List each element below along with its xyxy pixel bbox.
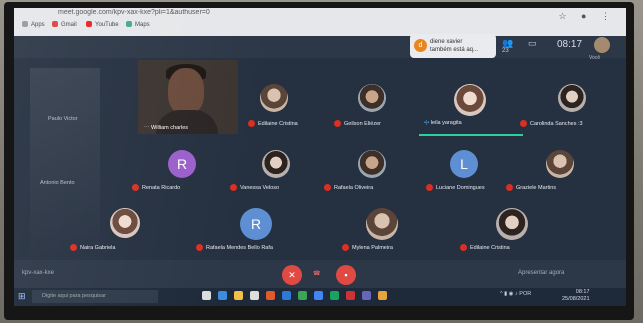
participant-name: Mylena Palmeira: [342, 244, 393, 251]
participant-avatar: [454, 84, 486, 116]
ghost-name: Antonio Bento: [40, 180, 75, 186]
file-explorer-icon[interactable]: [234, 291, 243, 300]
participant-name: Luciane Domingues: [426, 184, 485, 191]
browser-actions[interactable]: ☆ ● ⋮: [558, 11, 616, 22]
participant-avatar: [262, 150, 290, 178]
participants-count: 23: [502, 48, 509, 54]
participant-avatar: [496, 208, 528, 240]
mic-off-button[interactable]: ✕: [282, 265, 302, 285]
mic-off-icon: [334, 120, 341, 127]
screen: meet.google.com/kpv-xax-kxe?pli=1&authus…: [14, 8, 626, 306]
app-icon[interactable]: [378, 291, 387, 300]
participant-avatar: [358, 84, 386, 112]
participant-avatar: [546, 150, 574, 178]
present-button[interactable]: Apresentar agora: [518, 270, 564, 276]
chrome-profile-icon[interactable]: [314, 291, 323, 300]
mic-off-icon: [248, 120, 255, 127]
task-view-icon[interactable]: [202, 291, 211, 300]
meet-app-icon[interactable]: [330, 291, 339, 300]
self-name: ⋯ William charles: [144, 125, 189, 131]
office-icon[interactable]: [266, 291, 275, 300]
participant-name: Naira Gabriela: [70, 244, 115, 251]
meeting-clock: 08:17: [557, 39, 583, 50]
participant-name: •|• leila yaragita: [424, 120, 462, 126]
bookmark-gmail[interactable]: Gmail: [52, 21, 77, 28]
mic-off-icon: [230, 184, 237, 191]
system-tray[interactable]: ^ ▮ ◉ ♪ POR: [500, 291, 531, 297]
participant-avatar: [358, 150, 386, 178]
browser-chrome: meet.google.com/kpv-xax-kxe?pli=1&authus…: [14, 8, 626, 36]
participant-name: Edilaine Cristina: [460, 244, 510, 251]
mic-off-icon: [70, 244, 77, 251]
mic-off-icon: [520, 120, 527, 127]
hangup-icon[interactable]: ☎: [313, 270, 320, 277]
gmail-icon: [52, 21, 58, 27]
ghost-name: Paulo Victor: [48, 116, 78, 122]
participant-initial: L: [450, 150, 478, 178]
person-face: [168, 68, 204, 114]
participant-name: Rafaela Oliveira: [324, 184, 373, 191]
mic-off-icon: [342, 244, 349, 251]
participant-initial: R: [240, 208, 272, 240]
bookmark-apps[interactable]: Apps: [22, 21, 45, 28]
taskbar-clock[interactable]: 08:17 25/08/2021: [562, 289, 590, 303]
audio-level-icon: •|•: [424, 120, 430, 126]
participant-name: Geilson Eliézer: [334, 120, 381, 127]
bookmark-maps[interactable]: Maps: [126, 21, 150, 28]
edge-icon[interactable]: [218, 291, 227, 300]
apps-icon: [22, 21, 28, 27]
self-video-tile[interactable]: ⋯ William charles: [138, 60, 238, 134]
notification-text: diene xavier também está aq...: [430, 39, 479, 53]
self-avatar[interactable]: [594, 37, 610, 53]
participant-name: Graziele Martins: [506, 184, 556, 191]
mic-off-icon: [196, 244, 203, 251]
windows-start-icon[interactable]: ⊞: [18, 291, 26, 302]
bookmark-youtube[interactable]: YouTube: [86, 21, 119, 28]
mic-off-icon: [132, 184, 139, 191]
store-icon[interactable]: [250, 291, 259, 300]
participant-avatar: [366, 208, 398, 240]
app-icon[interactable]: [346, 291, 355, 300]
taskbar-search[interactable]: Digite aqui para pesquisar: [32, 290, 158, 303]
address-bar[interactable]: meet.google.com/kpv-xax-kxe?pli=1&authus…: [58, 9, 498, 18]
meeting-code[interactable]: kpv-xax-kxe: [22, 270, 54, 276]
photo-of-monitor: meet.google.com/kpv-xax-kxe?pli=1&authus…: [0, 0, 643, 323]
chrome-icon[interactable]: [298, 291, 307, 300]
participant-name: Renata Ricardo: [132, 184, 180, 191]
maps-icon: [126, 21, 132, 27]
self-avatar-label: Você: [589, 55, 601, 61]
mic-off-icon: [324, 184, 331, 191]
mic-off-icon: [426, 184, 433, 191]
participant-avatar: [260, 84, 288, 112]
participant-avatar: [110, 208, 140, 238]
youtube-icon: [86, 21, 92, 27]
participant-name: Vanessa Veloso: [230, 184, 279, 191]
mic-off-icon: [506, 184, 513, 191]
screen-reflection: [30, 68, 100, 268]
participant-name: Rafaela Mendes Bello Rafa: [196, 244, 273, 251]
mic-off-icon: [460, 244, 467, 251]
participant-name: Edilaine Cristina: [248, 120, 298, 127]
camera-off-button[interactable]: ▪: [336, 265, 356, 285]
chat-icon[interactable]: ▭: [528, 38, 537, 49]
mail-icon[interactable]: [282, 291, 291, 300]
participant-name: Carolinda Sanches :3: [520, 120, 583, 127]
speaking-indicator: [419, 134, 523, 136]
participant-initial: R: [168, 150, 196, 178]
app-icon[interactable]: [362, 291, 371, 300]
join-notification: d diene xavier também está aq...: [410, 34, 496, 58]
notification-avatar: d: [414, 39, 427, 52]
participant-avatar: [558, 84, 586, 112]
